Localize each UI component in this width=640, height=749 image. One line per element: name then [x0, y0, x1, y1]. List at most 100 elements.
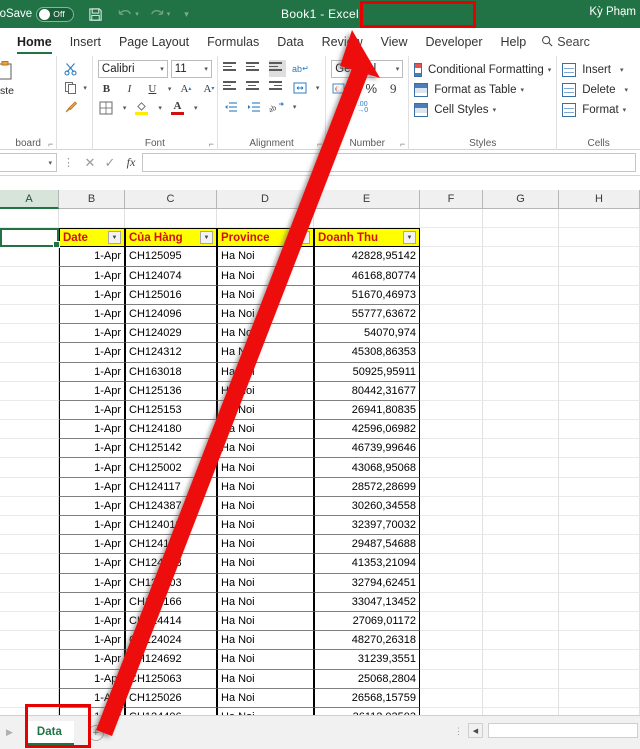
grid-cell[interactable]	[420, 458, 483, 478]
table-cell[interactable]: 28572,28699	[314, 477, 420, 497]
table-cell[interactable]: CH124312	[125, 343, 217, 363]
grid-cell[interactable]	[0, 554, 59, 574]
orientation-caret-icon[interactable]: ▾	[293, 103, 297, 111]
grid-cell[interactable]	[483, 535, 559, 555]
table-cell[interactable]: CH124406	[125, 707, 217, 715]
column-header-h[interactable]: H	[559, 190, 640, 209]
table-cell[interactable]: CH124074	[125, 266, 217, 286]
table-cell[interactable]: 36112,03503	[314, 707, 420, 715]
table-cell[interactable]: 1-Apr	[59, 554, 125, 574]
tab-insert[interactable]: Insert	[61, 28, 110, 56]
grid-cell[interactable]	[420, 324, 483, 344]
accounting-format-button[interactable]: €	[331, 80, 348, 97]
grid-cell[interactable]	[420, 631, 483, 651]
table-cell[interactable]: 32794,62451	[314, 573, 420, 593]
table-cell[interactable]: Ha Noi	[217, 266, 314, 286]
table-cell[interactable]: CH124414	[125, 611, 217, 632]
grid-cell[interactable]	[0, 592, 59, 612]
table-cell[interactable]: CH124131	[125, 535, 217, 555]
grid-cell[interactable]	[559, 554, 640, 574]
grid-cell[interactable]	[483, 247, 559, 267]
grid-cell[interactable]	[483, 477, 559, 497]
grid-cell[interactable]	[0, 209, 59, 229]
table-cell[interactable]: 1-Apr	[59, 650, 125, 670]
grid-cell[interactable]	[420, 592, 483, 612]
table-cell[interactable]: Ha Noi	[217, 516, 314, 536]
align-left-button[interactable]	[222, 79, 240, 96]
grid-cell[interactable]	[559, 477, 640, 497]
font-name-input[interactable]: Calibri ▾	[97, 60, 168, 78]
table-cell[interactable]: Ha Noi	[217, 535, 314, 555]
copy-caret-icon[interactable]: ▾	[83, 84, 87, 92]
table-cell[interactable]: CH124387	[125, 496, 217, 516]
cancel-icon[interactable]: ✕	[80, 155, 100, 171]
table-cell[interactable]: 50925,95911	[314, 362, 420, 382]
decrease-indent-button[interactable]	[223, 98, 240, 115]
grid-cell[interactable]	[559, 362, 640, 382]
table-cell[interactable]: Ha Noi	[217, 304, 314, 325]
table-cell[interactable]: 1-Apr	[59, 420, 125, 440]
grid-cell[interactable]	[559, 439, 640, 459]
insert-function-icon[interactable]: fx	[120, 155, 142, 170]
grid-cell[interactable]	[559, 631, 640, 651]
grid-cell[interactable]	[559, 650, 640, 670]
grid-cell[interactable]	[559, 285, 640, 305]
table-column-header[interactable]: Của Hàng ▼	[125, 228, 217, 248]
merge-center-button[interactable]	[292, 79, 309, 96]
grid-cell[interactable]	[0, 535, 59, 555]
fill-color-button[interactable]	[133, 99, 150, 116]
redo-caret-icon[interactable]: ▾	[167, 10, 171, 18]
table-cell[interactable]: Ha Noi	[217, 439, 314, 459]
grid-cell[interactable]	[420, 209, 483, 229]
grid-cell[interactable]	[559, 496, 640, 516]
grid-cell[interactable]	[559, 266, 640, 286]
table-cell[interactable]: CH124029	[125, 324, 217, 344]
grid-cell[interactable]	[217, 209, 314, 229]
grid-cell[interactable]	[559, 592, 640, 612]
table-cell[interactable]: Ha Noi	[217, 458, 314, 478]
table-cell[interactable]: CH163018	[125, 362, 217, 382]
table-cell[interactable]: 46739,99646	[314, 439, 420, 459]
table-cell[interactable]: 1-Apr	[59, 611, 125, 632]
table-cell[interactable]: Ha Noi	[217, 343, 314, 363]
grid-cell[interactable]	[0, 343, 59, 363]
table-cell[interactable]: 54070,974	[314, 324, 420, 344]
table-cell[interactable]: 1-Apr	[59, 285, 125, 305]
grid-cell[interactable]	[483, 209, 559, 229]
grid-cell[interactable]	[420, 611, 483, 632]
table-cell[interactable]: CH124117	[125, 477, 217, 497]
table-cell[interactable]: 51670,46973	[314, 285, 420, 305]
font-color-button[interactable]: A	[169, 99, 186, 116]
borders-button[interactable]	[98, 99, 115, 116]
filter-dropdown-icon[interactable]: ▼	[403, 231, 416, 245]
table-cell[interactable]: 25068,2804	[314, 669, 420, 689]
table-column-header[interactable]: Date ▼	[59, 228, 125, 248]
table-cell[interactable]: 1-Apr	[59, 669, 125, 689]
table-cell[interactable]: 1-Apr	[59, 400, 125, 421]
format-as-table-caret-icon[interactable]: ▾	[520, 86, 524, 94]
grid-cell[interactable]	[559, 247, 640, 267]
autosave-control[interactable]: utoSave Off	[0, 6, 75, 22]
cell-styles-button[interactable]: Cell Styles ▾	[414, 103, 551, 117]
grid-cell[interactable]	[483, 304, 559, 325]
grid-cell[interactable]	[420, 650, 483, 670]
filter-dropdown-icon[interactable]: ▼	[108, 231, 121, 245]
font-size-input[interactable]: 11 ▾	[170, 60, 212, 78]
grid-cell[interactable]	[420, 554, 483, 574]
table-cell[interactable]: 1-Apr	[59, 343, 125, 363]
sheet-nav-right-icon[interactable]: ▶	[0, 727, 19, 738]
grid-cell[interactable]	[559, 458, 640, 478]
grid-cell[interactable]	[0, 573, 59, 593]
grid-cell[interactable]	[420, 381, 483, 401]
table-cell[interactable]: 29487,54688	[314, 535, 420, 555]
grow-font-button[interactable]: A ▴	[177, 80, 194, 97]
table-cell[interactable]: CH124692	[125, 650, 217, 670]
table-column-header[interactable]: Doanh Thu ▼	[314, 228, 420, 248]
table-cell[interactable]: 55777,63672	[314, 304, 420, 325]
shrink-font-button[interactable]: A ▾	[200, 80, 217, 97]
tab-home[interactable]: Home	[8, 28, 61, 56]
table-cell[interactable]: Ha Noi	[217, 496, 314, 516]
table-cell[interactable]: 1-Apr	[59, 362, 125, 382]
table-cell[interactable]: 1-Apr	[59, 304, 125, 325]
font-dialog-launcher-icon[interactable]: ⌐	[209, 139, 214, 149]
